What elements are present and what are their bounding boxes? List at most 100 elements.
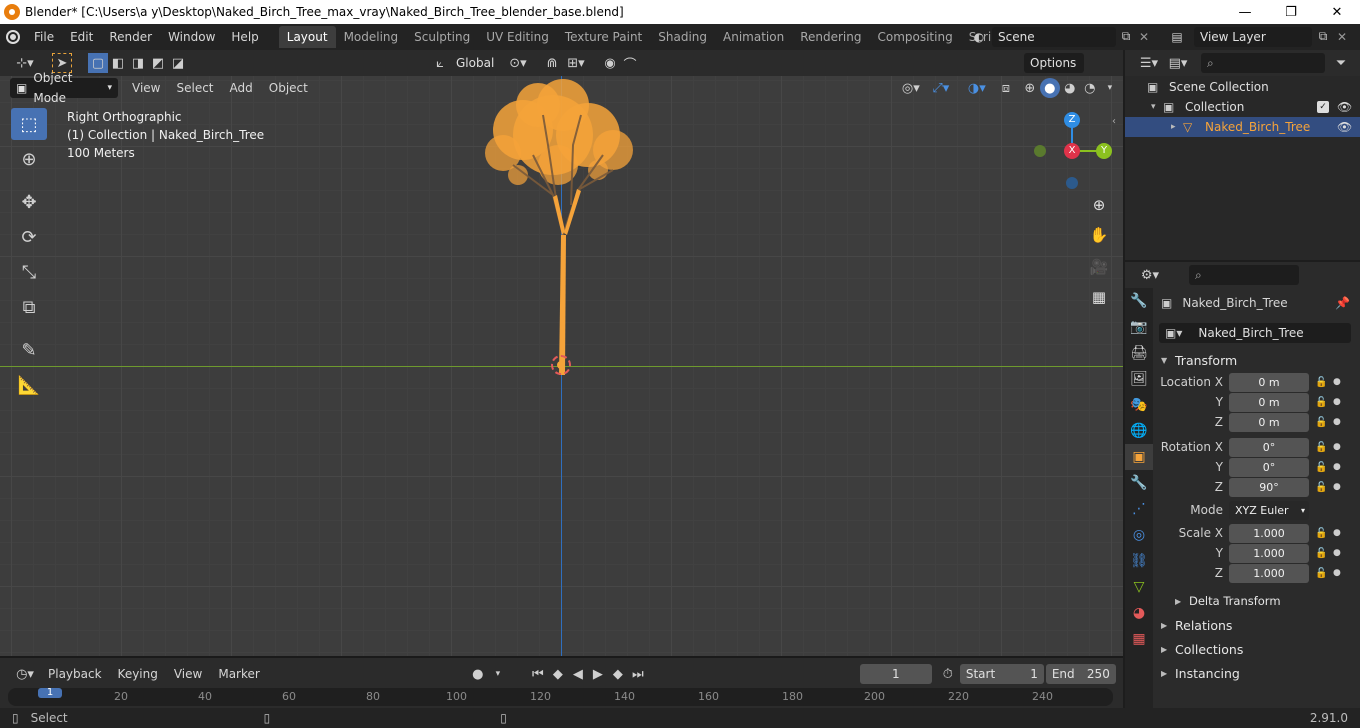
tab-compositing[interactable]: Compositing: [869, 26, 960, 48]
snap-target-icon[interactable]: ⊞▾: [562, 53, 590, 73]
end-frame-field[interactable]: End 250: [1045, 664, 1116, 684]
tab-texture-paint[interactable]: Texture Paint: [557, 26, 650, 48]
properties-search-input[interactable]: ⌕: [1189, 265, 1299, 285]
location-y-lock-icon[interactable]: 🔓: [1315, 397, 1329, 408]
collections-panel-header[interactable]: ▶ Collections: [1155, 637, 1360, 661]
rotation-z-lock-icon[interactable]: 🔓: [1315, 482, 1329, 493]
tab-modeling[interactable]: Modeling: [336, 26, 407, 48]
menu-file[interactable]: File: [26, 24, 62, 50]
location-z-keyframe-icon[interactable]: ●: [1333, 417, 1343, 427]
view-layer-close-icon[interactable]: ✕: [1334, 30, 1350, 44]
sidebar-toggle-icon[interactable]: ‹: [1112, 116, 1116, 127]
rotation-y-keyframe-icon[interactable]: ●: [1333, 462, 1343, 472]
timeline-menu-view[interactable]: View: [166, 661, 210, 687]
gizmo-x-button[interactable]: X: [1064, 143, 1080, 159]
rotation-z-field[interactable]: 90°: [1229, 477, 1309, 497]
blender-menu-icon[interactable]: [0, 24, 26, 50]
start-frame-field[interactable]: Start 1: [959, 664, 1044, 684]
rotation-x-lock-icon[interactable]: 🔓: [1315, 442, 1329, 453]
location-x-lock-icon[interactable]: 🔓: [1315, 377, 1329, 388]
options-dropdown[interactable]: Options: [1024, 53, 1084, 73]
jump-to-end-icon[interactable]: ⏭: [628, 664, 648, 684]
gizmo-negative-z-button[interactable]: [1066, 177, 1078, 189]
minimize-button[interactable]: —: [1222, 0, 1268, 24]
scale-y-lock-icon[interactable]: 🔓: [1315, 548, 1329, 559]
object-tab-icon[interactable]: ▣: [1125, 444, 1153, 470]
particles-tab-icon[interactable]: ⋰: [1125, 496, 1153, 522]
move-tool-icon[interactable]: ✥: [11, 186, 47, 218]
timeline-editor-type-icon[interactable]: ◷▾: [10, 664, 40, 684]
menu-edit[interactable]: Edit: [62, 24, 101, 50]
tab-shading[interactable]: Shading: [650, 26, 715, 48]
navigation-gizmo[interactable]: Z X Y: [1030, 110, 1120, 190]
location-z-field[interactable]: 0 m: [1229, 412, 1309, 432]
menu-window[interactable]: Window: [160, 24, 223, 50]
shading-wireframe-icon[interactable]: ⊕: [1020, 78, 1040, 98]
gizmo-z-button[interactable]: Z: [1064, 112, 1080, 128]
selection-mode-intersect-icon[interactable]: ◪: [168, 53, 188, 73]
transform-orientation-icon[interactable]: ⟀: [430, 53, 450, 73]
play-reverse-icon[interactable]: ◀: [568, 664, 588, 684]
current-frame-field[interactable]: 1: [859, 664, 932, 684]
collection-visibility-eye-icon[interactable]: 👁: [1337, 100, 1352, 114]
render-tab-icon[interactable]: 📷: [1125, 314, 1153, 340]
output-tab-icon[interactable]: 🖨: [1125, 340, 1153, 366]
xray-toggle-icon[interactable]: ⧈: [996, 78, 1016, 98]
3d-viewport[interactable]: ⊹▾ ➤ ▢ ◧ ◨ ◩ ◪ ⟀ Global ⊙▾ ⋒ ⊞▾ ◉ ⌒ Opti…: [0, 50, 1123, 656]
viewport-menu-object[interactable]: Object: [261, 75, 316, 101]
instancing-panel-header[interactable]: ▶ Instancing: [1155, 661, 1360, 685]
naked-birch-tree-object[interactable]: [453, 75, 673, 375]
selection-mode-extend-icon[interactable]: ◧: [108, 53, 128, 73]
scale-x-keyframe-icon[interactable]: ●: [1333, 528, 1343, 538]
viewport-menu-add[interactable]: Add: [222, 75, 261, 101]
scale-y-field[interactable]: 1.000: [1229, 543, 1309, 563]
preview-range-icon[interactable]: ⏱: [938, 664, 958, 684]
timeline-scrubber[interactable]: 1 20 40 60 80 100 120 140 160 180 200 22…: [8, 688, 1113, 706]
modifier-tab-icon[interactable]: 🔧: [1125, 470, 1153, 496]
delta-transform-panel-header[interactable]: ▶ Delta Transform: [1155, 589, 1360, 613]
object-name-field[interactable]: ▣▾ Naked_Birch_Tree: [1159, 323, 1351, 343]
annotate-tool-icon[interactable]: ✎: [11, 334, 47, 366]
shading-rendered-icon[interactable]: ◔: [1080, 78, 1100, 98]
pin-icon[interactable]: 📌: [1335, 296, 1350, 310]
scale-x-lock-icon[interactable]: 🔓: [1315, 528, 1329, 539]
ortho-grid-icon[interactable]: ▦: [1086, 284, 1112, 310]
cursor-tool-icon[interactable]: ⊕: [11, 143, 47, 175]
snap-icon[interactable]: ⋒: [542, 53, 562, 73]
outliner-row-scene-collection[interactable]: ▣ Scene Collection: [1125, 77, 1360, 97]
rotation-x-field[interactable]: 0°: [1229, 437, 1309, 457]
object-visibility-eye-icon[interactable]: 👁: [1337, 120, 1352, 134]
world-tab-icon[interactable]: 🌐: [1125, 418, 1153, 444]
zoom-icon[interactable]: ⊕: [1086, 192, 1112, 218]
rotation-x-keyframe-icon[interactable]: ●: [1333, 442, 1343, 452]
transform-tool-icon[interactable]: ⧉: [11, 291, 47, 323]
physics-tab-icon[interactable]: ◎: [1125, 522, 1153, 548]
location-x-keyframe-icon[interactable]: ●: [1333, 377, 1343, 387]
gizmo-y-button[interactable]: Y: [1096, 143, 1112, 159]
playhead[interactable]: 1: [38, 688, 62, 698]
camera-view-icon[interactable]: 🎥: [1086, 254, 1112, 280]
shading-options-icon[interactable]: ▾: [1100, 78, 1120, 98]
texture-tab-icon[interactable]: ▦: [1125, 626, 1153, 652]
pivot-point-icon[interactable]: ⊙▾: [508, 53, 528, 73]
tab-layout[interactable]: Layout: [278, 26, 336, 48]
location-y-keyframe-icon[interactable]: ●: [1333, 397, 1343, 407]
play-icon[interactable]: ▶: [588, 664, 608, 684]
view-layer-name-field[interactable]: View Layer: [1194, 26, 1312, 47]
scene-close-icon[interactable]: ✕: [1136, 30, 1152, 44]
outliner-row-collection[interactable]: ▾ ▣ Collection ✓ 👁: [1125, 97, 1360, 117]
view-layer-icon[interactable]: ▤: [1160, 30, 1194, 44]
rotation-mode-dropdown[interactable]: XYZ Euler ▾: [1229, 500, 1309, 520]
overlays-toggle-icon[interactable]: ◑▾: [962, 78, 992, 98]
material-tab-icon[interactable]: ◕: [1125, 600, 1153, 626]
jump-to-keyframe-prev-icon[interactable]: ◆: [548, 664, 568, 684]
timeline-menu-keying[interactable]: Keying: [110, 661, 166, 687]
relations-panel-header[interactable]: ▶ Relations: [1155, 613, 1360, 637]
menu-render[interactable]: Render: [101, 24, 160, 50]
scene-copy-icon[interactable]: ⧉: [1116, 29, 1136, 44]
object-mode-dropdown[interactable]: ▣ Object Mode ▾: [10, 71, 118, 105]
scale-z-field[interactable]: 1.000: [1229, 563, 1309, 583]
proportional-falloff-icon[interactable]: ⌒: [620, 53, 640, 73]
expand-object-icon[interactable]: ▸: [1171, 122, 1183, 132]
tab-rendering[interactable]: Rendering: [792, 26, 869, 48]
